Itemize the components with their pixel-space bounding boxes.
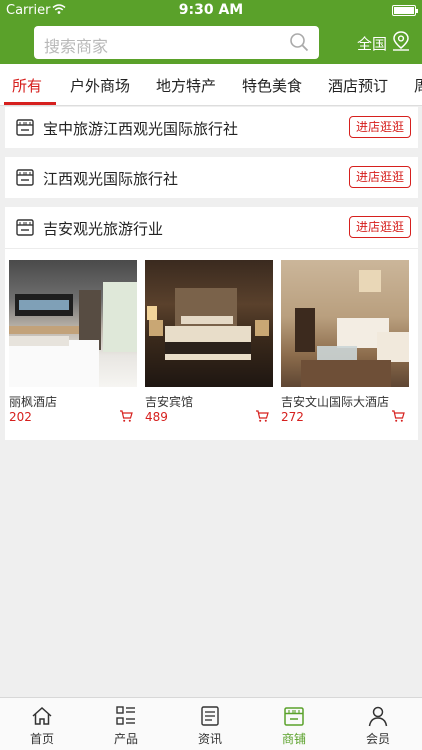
store-row[interactable]: 宝中旅游江西观光国际旅行社 进店逛逛 xyxy=(5,107,418,148)
tab-outdoor-mall[interactable]: 户外商场 xyxy=(70,75,130,96)
store-name: 宝中旅游江西观光国际旅行社 xyxy=(43,120,239,138)
product-image[interactable] xyxy=(145,260,273,387)
tab-local-specialty[interactable]: 地方特产 xyxy=(156,75,216,96)
product-name: 丽枫酒店 xyxy=(9,395,58,409)
tabbar-label: 商铺 xyxy=(281,732,306,746)
news-icon xyxy=(201,706,219,726)
tabbar-stores[interactable]: 商铺 xyxy=(252,698,336,750)
region-selector[interactable]: 全国 xyxy=(357,33,387,54)
shop-icon xyxy=(16,219,34,236)
tab-hotel-booking[interactable]: 酒店预订 xyxy=(328,75,388,96)
product-name: 吉安宾馆 xyxy=(145,395,194,409)
tabbar-label: 资讯 xyxy=(197,732,222,746)
search-icon[interactable] xyxy=(289,32,309,52)
search-input[interactable]: 搜索商家 xyxy=(34,26,319,59)
tabbar-products[interactable]: 产品 xyxy=(84,698,168,750)
bottom-tab-bar: 首页 产品 资讯 商铺 会员 xyxy=(0,697,422,750)
tabbar-member[interactable]: 会员 xyxy=(336,698,420,750)
header-bar: Carrier 9:30 AM 搜索商家 全国 xyxy=(0,0,422,64)
list-icon xyxy=(116,706,135,725)
product-price: 489 xyxy=(145,410,168,424)
product-grid: 丽枫酒店 202 吉安宾馆 489 吉安文山国际大酒店 272 xyxy=(5,248,418,440)
search-placeholder: 搜索商家 xyxy=(44,37,109,56)
product-card[interactable]: 吉安宾馆 489 xyxy=(145,260,273,424)
tabbar-news[interactable]: 资讯 xyxy=(168,698,252,750)
tabbar-label: 会员 xyxy=(365,732,390,746)
clock-label: 9:30 AM xyxy=(178,2,244,18)
tab-all[interactable]: 所有 xyxy=(12,75,42,96)
store-row[interactable]: 江西观光国际旅行社 进店逛逛 xyxy=(5,157,418,198)
hotel-room-image xyxy=(9,282,137,387)
enter-store-button[interactable]: 进店逛逛 xyxy=(349,166,411,188)
cart-icon[interactable] xyxy=(255,409,269,423)
hotel-room-image xyxy=(295,270,409,387)
product-image[interactable] xyxy=(281,260,409,387)
tabbar-label: 产品 xyxy=(113,732,138,746)
enter-store-button[interactable]: 进店逛逛 xyxy=(349,116,411,138)
location-pin-icon[interactable] xyxy=(392,31,410,51)
store-icon xyxy=(284,707,304,726)
enter-store-button[interactable]: 进店逛逛 xyxy=(349,216,411,238)
status-bar: Carrier 9:30 AM xyxy=(0,0,422,22)
product-image[interactable] xyxy=(9,260,137,387)
tab-more[interactable]: 周 xyxy=(414,75,422,96)
product-price: 202 xyxy=(9,410,32,424)
product-card[interactable]: 吉安文山国际大酒店 272 xyxy=(281,260,409,424)
tabbar-label: 首页 xyxy=(29,732,54,746)
cart-icon[interactable] xyxy=(119,409,133,423)
cart-icon[interactable] xyxy=(391,409,405,423)
shop-icon xyxy=(16,119,34,136)
home-icon xyxy=(32,706,52,725)
tab-special-food[interactable]: 特色美食 xyxy=(242,75,302,96)
shop-icon xyxy=(16,169,34,186)
battery-icon xyxy=(392,5,418,16)
hotel-room-image xyxy=(147,288,269,360)
store-row[interactable]: 吉安观光旅游行业 进店逛逛 xyxy=(5,207,418,248)
product-price: 272 xyxy=(281,410,304,424)
product-card[interactable]: 丽枫酒店 202 xyxy=(9,260,137,424)
category-tabs: 所有 户外商场 地方特产 特色美食 酒店预订 周 xyxy=(0,64,422,106)
active-tab-indicator xyxy=(4,102,56,105)
store-name: 吉安观光旅游行业 xyxy=(43,220,164,238)
product-name: 吉安文山国际大酒店 xyxy=(281,395,390,409)
store-name: 江西观光国际旅行社 xyxy=(43,170,179,188)
user-icon xyxy=(368,706,388,727)
tabbar-home[interactable]: 首页 xyxy=(0,698,84,750)
